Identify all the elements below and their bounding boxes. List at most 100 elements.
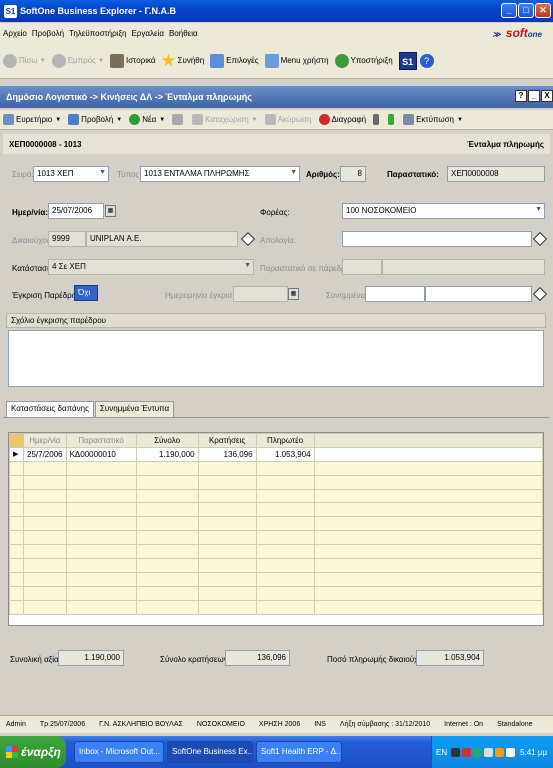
table-row[interactable] [9,516,544,532]
grid-corner-icon[interactable] [9,433,24,448]
doc-help-button[interactable]: ? [515,90,527,102]
menu-file[interactable]: Αρχείο [3,29,27,38]
tray-icon[interactable] [484,747,494,757]
table-row[interactable] [9,530,544,546]
approval-toggle[interactable]: Όχι [74,285,98,301]
total-value-field[interactable]: 1.190,000 [58,650,124,666]
col-voucher[interactable]: Παραστατικό [65,433,137,448]
justification-field[interactable] [342,231,532,247]
status-unit: ΝΟΣΟΚΟΜΕΙΟ [196,721,245,728]
table-row[interactable] [9,502,544,518]
payable-amount-field[interactable]: 1.053,904 [416,650,484,666]
doc-close-button[interactable]: X [541,90,553,102]
cell-deductions[interactable]: 136,096 [197,446,257,462]
history-button[interactable]: Ιστορικά [109,50,156,72]
user-menu-button[interactable]: Menu χρήστη [264,50,329,72]
table-row[interactable] [9,474,544,490]
cell-payable[interactable]: 1.053,904 [255,446,315,462]
tab-expense-statements[interactable]: Καταστάσεις δαπάνης [6,401,94,417]
system-tray: EN 5:41 μμ [431,736,553,768]
cell-total[interactable]: 1.190,000 [135,446,199,462]
attach-button[interactable] [373,114,381,125]
agency-field[interactable]: 100 ΝΟΣΟΚΟΜΕΙΟ ▼ [342,203,545,219]
minimize-button[interactable]: _ [501,3,517,18]
back-button[interactable]: Πίσω ▼ [3,50,46,72]
link-button[interactable] [388,114,396,125]
options-button[interactable]: Επιλογές [210,50,259,72]
navigation-bar: Πίσω ▼ Εμπρός ▼ Ιστορικά Συνήθη Επιλογές M… [0,43,553,79]
number-field[interactable]: 8 [340,166,366,182]
menu-tools[interactable]: Εργαλεία [131,29,163,38]
approval-label: Έγκριση Παρέδρου: [12,291,83,300]
copy-icon [172,114,184,125]
menu-view[interactable]: Προβολή [32,29,64,38]
col-total[interactable]: Σύνολο [135,433,199,448]
prev-voucher-field-b[interactable] [382,259,545,275]
beneficiary-code-field[interactable]: 9999 [48,231,86,247]
task-outlook[interactable]: Inbox - Microsoft Out... [74,741,164,763]
beneficiary-name-field[interactable]: UNIPLAN A.E. [86,231,238,247]
new-button[interactable]: Νέα ▼ [129,114,165,125]
menu-remote-support[interactable]: Τηλεϋποστήριξη [69,29,126,38]
table-row[interactable] [9,460,544,476]
start-button[interactable]: έναρξη [0,736,66,768]
cancel-button[interactable]: Ακύρωση [264,114,312,125]
tab-attached-forms[interactable]: Συνημμένα Έντυπα [94,401,175,417]
approval-date-field[interactable] [233,286,288,302]
tray-icon[interactable] [495,747,505,757]
type-field[interactable]: 1013 ΕΝΤΑΛΜΑ ΠΛΗΡΩΜΗΣ ▼ [140,166,300,182]
table-row[interactable] [9,544,544,560]
calendar-icon[interactable]: ▦ [288,288,299,300]
copy-button[interactable] [172,114,185,125]
attached-field-b[interactable] [425,286,532,302]
tray-icon[interactable] [451,747,461,757]
col-date[interactable]: Ημερ/νία [23,433,67,448]
total-deductions-field[interactable]: 136,096 [225,650,290,666]
cell-date[interactable]: 25/7/2006 [23,446,67,462]
table-row[interactable] [9,488,544,504]
col-deductions[interactable]: Κρατήσεις [197,433,257,448]
forward-button[interactable]: Εμπρός ▼ [51,50,104,72]
table-row[interactable] [9,599,544,615]
lookup-icon[interactable] [532,231,548,247]
chevron-down-icon: ▼ [99,169,106,176]
maximize-button[interactable]: □ [518,3,534,18]
beneficiary-label: Δικαιούχος: [12,236,53,245]
language-indicator[interactable]: EN [436,748,447,757]
close-button[interactable]: ✕ [535,3,551,18]
find-button[interactable]: Ευρετήριο ▼ [3,114,61,125]
series-field[interactable]: 1013 ΧΕΠ ▼ [33,166,109,182]
task-softone[interactable]: SoftOne Business Ex... [167,741,253,763]
voucher-field[interactable]: ΧΕΠ0000008 [447,166,545,182]
tray-icon[interactable] [473,747,483,757]
print-button[interactable]: Εκτύπωση ▼ [403,114,463,125]
tab-divider [3,417,550,418]
save-button[interactable]: Καταχώριση ▼ [192,114,258,125]
cell-voucher[interactable]: ΚΔ00000010 [65,446,137,462]
view-button[interactable]: Προβολή ▼ [68,114,122,125]
delete-button[interactable]: Διαγραφή [318,114,366,125]
total-value-label: Συνολική αξία: [10,655,61,664]
table-row[interactable] [9,585,544,601]
menu-help[interactable]: Βοήθεια [169,29,198,38]
s1-icon[interactable]: S1 [398,51,417,70]
help-icon[interactable]: ? [419,53,434,68]
attached-field-a[interactable] [365,286,425,302]
comment-textarea[interactable] [8,330,544,387]
lookup-icon[interactable] [532,286,548,302]
table-row[interactable] [9,571,544,587]
lookup-icon[interactable] [240,231,256,247]
task-health-erp[interactable]: Soft1 Health ERP - Δ... [256,741,342,763]
doc-minimize-button[interactable]: _ [528,90,540,102]
status-field[interactable]: 4 Σε ΧΕΠ ▼ [48,259,254,275]
table-row[interactable]: ▶ 25/7/2006 ΚΔ00000010 1.190,000 136,096… [9,446,544,462]
date-field[interactable]: 25/07/2006 [48,203,104,219]
table-row[interactable] [9,558,544,573]
favorites-button[interactable]: Συνήθη [161,50,204,72]
col-payable[interactable]: Πληρωτέο [255,433,315,448]
prev-voucher-field-a[interactable] [342,259,382,275]
calendar-icon[interactable]: ▦ [105,205,116,217]
support-button[interactable]: Υποστήριξη [334,50,393,72]
tray-icon[interactable] [462,747,472,757]
tray-icon[interactable] [506,747,516,757]
